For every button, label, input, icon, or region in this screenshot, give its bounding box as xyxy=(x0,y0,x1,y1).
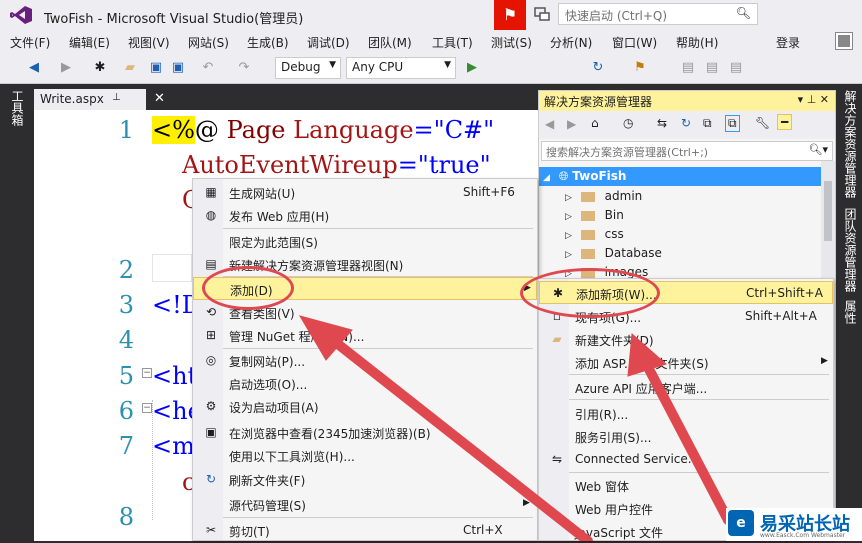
watermark-icon: e xyxy=(728,510,754,536)
annotation-arrows xyxy=(298,315,733,541)
arrow-head xyxy=(627,332,667,377)
watermark-subtext: www.Easck.Com Webmaster xyxy=(760,532,846,539)
annotation-arrow-add xyxy=(315,325,593,541)
annotation-arrow-add-new-item xyxy=(635,347,733,525)
watermark-logo: e 易采站长站 www.Easck.Com Webmaster xyxy=(726,508,862,541)
